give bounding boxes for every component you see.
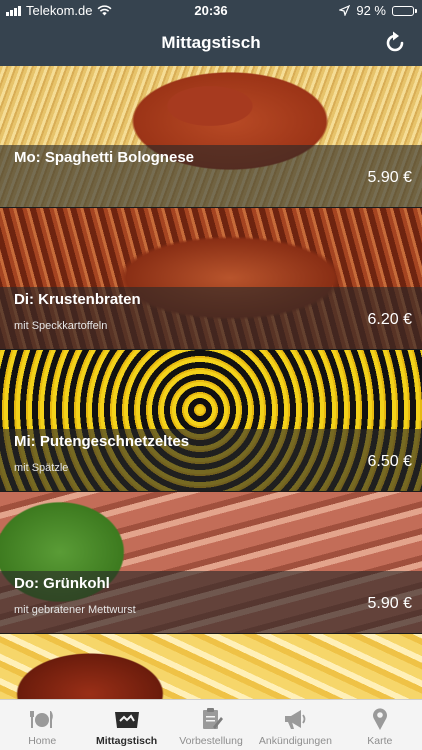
dish-title: Mi: Putengeschnetzeltes [14,433,190,450]
tab-label: Home [28,735,57,747]
dish-photo [0,634,422,700]
tab-vorbestellung[interactable]: Vorbestellung [169,700,253,750]
tab-ankuendigungen[interactable]: Ankündigungen [253,700,337,750]
tab-karte[interactable]: Karte [338,700,422,750]
menu-item-tuesday[interactable]: Di: Krustenbraten mit Speckkartoffeln 6.… [0,208,422,350]
tab-mittagstisch[interactable]: Mittagstisch [84,700,168,750]
menu-item-monday[interactable]: Mo: Spaghetti Bolognese 5.90 € [0,66,422,208]
location-arrow-icon [339,5,351,16]
tab-bar: Home Mittagstisch Vorbestellung Ankündig… [0,699,422,750]
dish-price: 5.90 € [367,169,412,186]
tab-label: Mittagstisch [95,735,158,747]
menu-item-thursday[interactable]: Do: Grünkohl mit gebratener Mettwurst 5.… [0,492,422,634]
lunch-menu-list[interactable]: Mo: Spaghetti Bolognese 5.90 € Di: Krust… [0,66,422,700]
map-pin-icon [372,708,387,730]
navigation-header: Telekom.de 20:36 92 % Mittagstisch [0,0,422,66]
cloche-icon [114,712,139,728]
dish-price: 6.20 € [367,311,412,328]
dish-price: 6.50 € [367,453,412,470]
fork-knife-plate-icon [30,711,54,728]
status-bar: Telekom.de 20:36 92 % [0,0,422,22]
dish-title: Do: Grünkohl [14,575,110,592]
dish-title: Di: Krustenbraten [14,291,141,308]
battery-icon [392,5,417,16]
clipboard-pencil-icon [203,708,224,729]
tab-label: Karte [367,735,393,747]
menu-item-friday-partial[interactable] [0,634,422,700]
megaphone-icon [285,710,306,729]
tab-label: Vorbestellung [179,735,243,747]
dish-subtitle: mit gebratener Mettwurst [14,604,136,616]
dish-title: Mo: Spaghetti Bolognese [14,149,194,166]
tab-label: Ankündigungen [258,735,332,747]
dish-subtitle: mit Spätzle [14,462,69,474]
menu-item-wednesday[interactable]: Mi: Putengeschnetzeltes mit Spätzle 6.50… [0,350,422,492]
battery-percent: 92 % [356,3,386,18]
dish-price: 5.90 € [367,595,412,612]
tab-home[interactable]: Home [0,700,84,750]
refresh-icon[interactable] [382,30,408,56]
dish-subtitle: mit Speckkartoffeln [14,320,108,332]
page-title: Mittagstisch [161,33,261,52]
